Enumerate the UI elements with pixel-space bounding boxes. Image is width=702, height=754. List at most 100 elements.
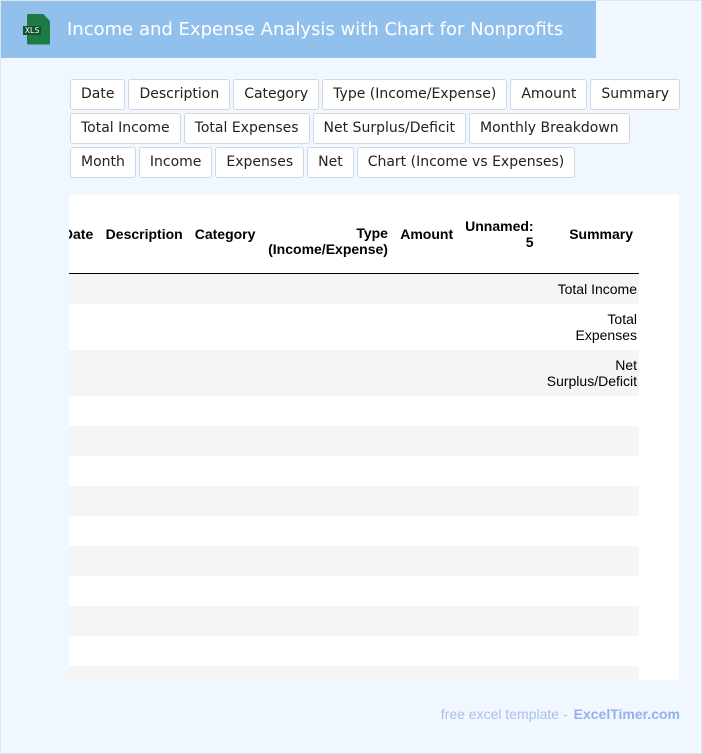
table-cell <box>459 516 539 546</box>
table-cell <box>189 576 262 606</box>
table-cell <box>69 516 99 546</box>
table-cell <box>393 666 460 680</box>
table-cell <box>261 456 394 486</box>
table-cell <box>99 350 189 396</box>
table-cell <box>188 546 262 576</box>
tag-button[interactable]: Net <box>307 147 354 178</box>
tag-button[interactable]: Total Income <box>70 113 181 144</box>
table-cell <box>69 576 99 606</box>
data-table-container[interactable]: DateDescriptionCategoryType (Income/Expe… <box>69 195 679 680</box>
column-header[interactable]: Description <box>99 195 189 274</box>
column-header[interactable]: Type (Income/Expense) <box>261 195 394 274</box>
table-cell <box>539 606 639 636</box>
table-cell <box>540 516 639 546</box>
footer-text: free excel template - <box>440 706 568 722</box>
tag-button[interactable]: Income <box>138 147 213 178</box>
table-cell <box>261 516 394 546</box>
table-cell <box>459 350 540 396</box>
footer: free excel template - ExcelTimer.com <box>441 706 680 722</box>
table-cell <box>261 273 394 304</box>
table-cell <box>540 576 639 606</box>
tag-button[interactable]: Monthly Breakdown <box>469 113 630 144</box>
table-row: 0Total Income <box>69 273 639 304</box>
table-cell <box>261 426 394 456</box>
table-row: 2Net Surplus/Deficit <box>69 350 639 396</box>
table-cell <box>393 426 460 456</box>
table-cell <box>189 636 262 666</box>
table-cell <box>188 350 262 396</box>
column-header[interactable]: Amount <box>393 195 460 274</box>
tag-button[interactable]: Chart (Income vs Expenses) <box>356 147 576 178</box>
data-table: DateDescriptionCategoryType (Income/Expe… <box>69 195 639 680</box>
table-cell <box>99 456 188 486</box>
table-cell: Total Expenses <box>575 311 637 343</box>
table-cell <box>393 486 460 516</box>
table-cell <box>69 666 100 680</box>
table-cell <box>261 606 394 636</box>
table-cell <box>394 576 459 606</box>
xls-file-icon: XLS <box>23 13 51 46</box>
tag-button[interactable]: Expenses <box>215 147 305 178</box>
table-cell <box>189 304 262 350</box>
tag-button[interactable]: Amount <box>510 79 588 110</box>
table-cell <box>69 486 100 516</box>
column-header[interactable]: Date <box>69 195 100 274</box>
table-cell <box>69 350 100 396</box>
table-cell <box>459 486 540 516</box>
table-cell <box>459 666 540 680</box>
table-cell <box>394 516 459 546</box>
table-cell <box>394 456 459 486</box>
table-cell <box>459 456 539 486</box>
table-row: 7 <box>69 516 639 546</box>
table-cell <box>261 350 394 396</box>
table-cell <box>189 456 262 486</box>
column-tags: Date Description Category Type (Income/Expe… <box>70 79 690 178</box>
table-cell <box>69 456 99 486</box>
table-cell <box>69 426 100 456</box>
table-row: 11 <box>69 636 639 666</box>
table-cell <box>99 666 189 680</box>
page-title: Income and Expense Analysis with Chart f… <box>67 19 564 40</box>
title-bar: XLS Income and Expense Analysis with Cha… <box>1 1 596 58</box>
tag-button[interactable]: Description <box>128 79 231 110</box>
table-cell <box>539 666 639 680</box>
tag-button[interactable]: Category <box>233 79 320 110</box>
table-cell <box>188 426 262 456</box>
table-cell <box>69 606 100 636</box>
table-cell <box>99 486 189 516</box>
column-header[interactable]: Summary <box>539 195 639 274</box>
table-cell <box>540 636 639 666</box>
column-header[interactable]: Category <box>188 195 262 274</box>
tag-button[interactable]: Net Surplus/Deficit <box>312 113 467 144</box>
table-row: 4 <box>69 426 639 456</box>
table-cell <box>188 486 262 516</box>
table-cell <box>69 396 99 426</box>
table-cell <box>459 273 540 304</box>
table-cell <box>99 516 188 546</box>
table-cell <box>459 636 539 666</box>
table-row: 1Total Expenses <box>69 304 639 350</box>
table-cell <box>261 546 394 576</box>
table-cell <box>99 576 188 606</box>
table-row: 6 <box>69 486 639 516</box>
table-cell <box>459 304 539 350</box>
table-row: 3 <box>69 396 639 426</box>
table-cell <box>99 636 188 666</box>
tag-button[interactable]: Month <box>70 147 136 178</box>
table-cell <box>540 456 639 486</box>
table-cell <box>393 273 460 304</box>
tag-button[interactable]: Date <box>70 79 126 110</box>
table-cell <box>539 546 639 576</box>
table-cell <box>540 396 639 426</box>
tag-button[interactable]: Total Expenses <box>183 113 310 144</box>
table-cell: Total Income <box>539 273 639 304</box>
footer-brand-link[interactable]: ExcelTimer.com <box>574 706 680 722</box>
table-cell <box>69 273 100 304</box>
column-header[interactable]: Unnamed: 5 <box>459 195 540 274</box>
tag-button[interactable]: Type (Income/Expense) <box>322 79 508 110</box>
tag-button[interactable]: Summary <box>590 79 681 110</box>
table-row: 12 <box>69 666 639 680</box>
table-cell <box>99 606 189 636</box>
table-cell <box>188 273 262 304</box>
table-cell <box>393 606 460 636</box>
